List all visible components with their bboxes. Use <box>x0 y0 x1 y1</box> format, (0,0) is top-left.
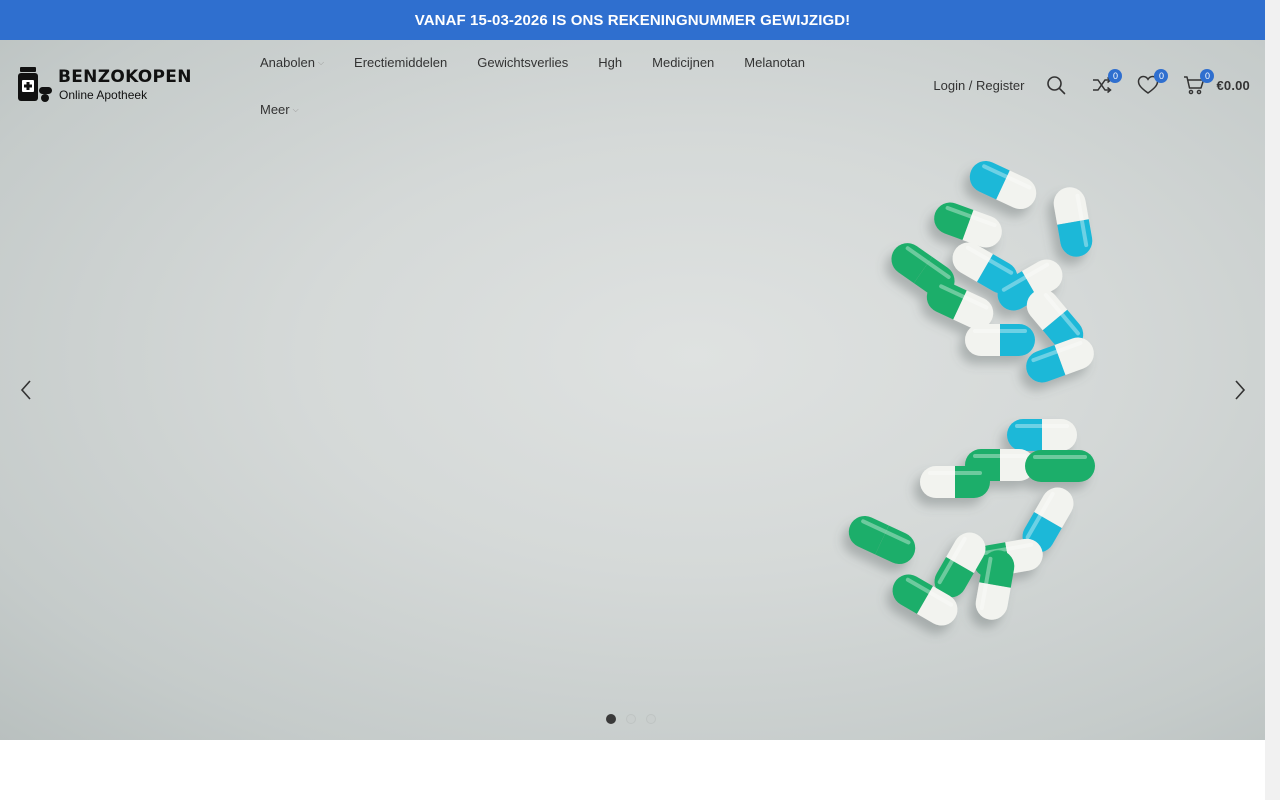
nav-label: Melanotan <box>744 54 806 70</box>
capsule-shape <box>1007 419 1077 451</box>
chevron-down-icon: ⌵ <box>317 58 325 67</box>
slider-prev-button[interactable] <box>16 376 36 404</box>
capsule-shape <box>965 324 1035 356</box>
wishlist-button[interactable]: 0 <box>1136 69 1169 97</box>
nav-label: Anabolen <box>260 54 315 70</box>
logo-subtitle: Online Apotheek <box>59 88 148 102</box>
capsule-shape <box>848 515 916 565</box>
nav-item-melanotan[interactable]: Melanotan <box>744 55 805 70</box>
nav-label: Meer <box>260 101 290 117</box>
header-tools: Login / Register 0 0 0 €0.00 <box>933 68 1250 102</box>
slider-pagination <box>606 714 666 724</box>
site-logo[interactable]: BENZOKOPEN Online Apotheek <box>16 67 211 103</box>
compare-count-badge: 0 <box>1108 69 1123 83</box>
nav-item-medicijnen[interactable]: Medicijnen <box>652 55 714 70</box>
login-register-link[interactable]: Login / Register <box>933 78 1024 93</box>
nav-label: Gewichtsverlies <box>477 54 569 70</box>
nav-row-1: Anabolen ⌵ Erectiemiddelen Gewichtsverli… <box>260 40 835 84</box>
page-scrollbar[interactable] <box>1265 0 1280 800</box>
chevron-right-icon <box>1235 380 1246 400</box>
nav-label: Erectiemiddelen <box>354 54 448 70</box>
chevron-down-icon: ⌵ <box>292 105 299 114</box>
nav-row-2: Meer ⌵ <box>260 87 329 131</box>
logo-title: BENZOKOPEN <box>58 67 192 87</box>
slider-dot[interactable] <box>626 714 636 724</box>
search-icon <box>1047 76 1066 95</box>
pill-bottle-icon <box>16 67 54 103</box>
search-button[interactable] <box>1044 73 1068 97</box>
nav-label: Medicijnen <box>652 54 715 70</box>
cart-button[interactable]: 0 <box>1182 69 1215 97</box>
announcement-text: VANAF 15-03-2026 IS ONS REKENINGNUMMER G… <box>414 11 851 29</box>
nav-item-anabolen[interactable]: Anabolen ⌵ <box>260 55 324 70</box>
nav-label: Hgh <box>598 54 623 70</box>
capsule-shape <box>1025 450 1095 482</box>
nav-item-gewichtsverlies[interactable]: Gewichtsverlies <box>477 55 568 70</box>
site-header: BENZOKOPEN Online Apotheek Anabolen ⌵ Er… <box>0 40 1265 130</box>
chevron-left-icon <box>20 380 31 400</box>
cart-total[interactable]: €0.00 <box>1216 78 1250 93</box>
cart-count-badge: 0 <box>1200 69 1215 83</box>
slider-dot[interactable] <box>646 714 656 724</box>
page: VANAF 15-03-2026 IS ONS REKENINGNUMMER G… <box>0 0 1265 800</box>
announcement-bar: VANAF 15-03-2026 IS ONS REKENINGNUMMER G… <box>0 0 1265 40</box>
capsule-shape <box>969 160 1037 210</box>
nav-item-erectiemiddelen[interactable]: Erectiemiddelen <box>354 55 447 70</box>
capsules-image <box>848 160 1095 626</box>
slider-next-button[interactable] <box>1230 376 1250 404</box>
hero-slider <box>0 40 1265 740</box>
compare-button[interactable]: 0 <box>1090 69 1123 97</box>
slider-dot[interactable] <box>606 714 616 724</box>
capsule-shape <box>1053 187 1093 257</box>
wishlist-count-badge: 0 <box>1154 69 1169 83</box>
capsule-shape <box>920 466 990 498</box>
nav-item-hgh[interactable]: Hgh <box>598 55 622 70</box>
nav-item-meer[interactable]: Meer ⌵ <box>260 102 299 117</box>
